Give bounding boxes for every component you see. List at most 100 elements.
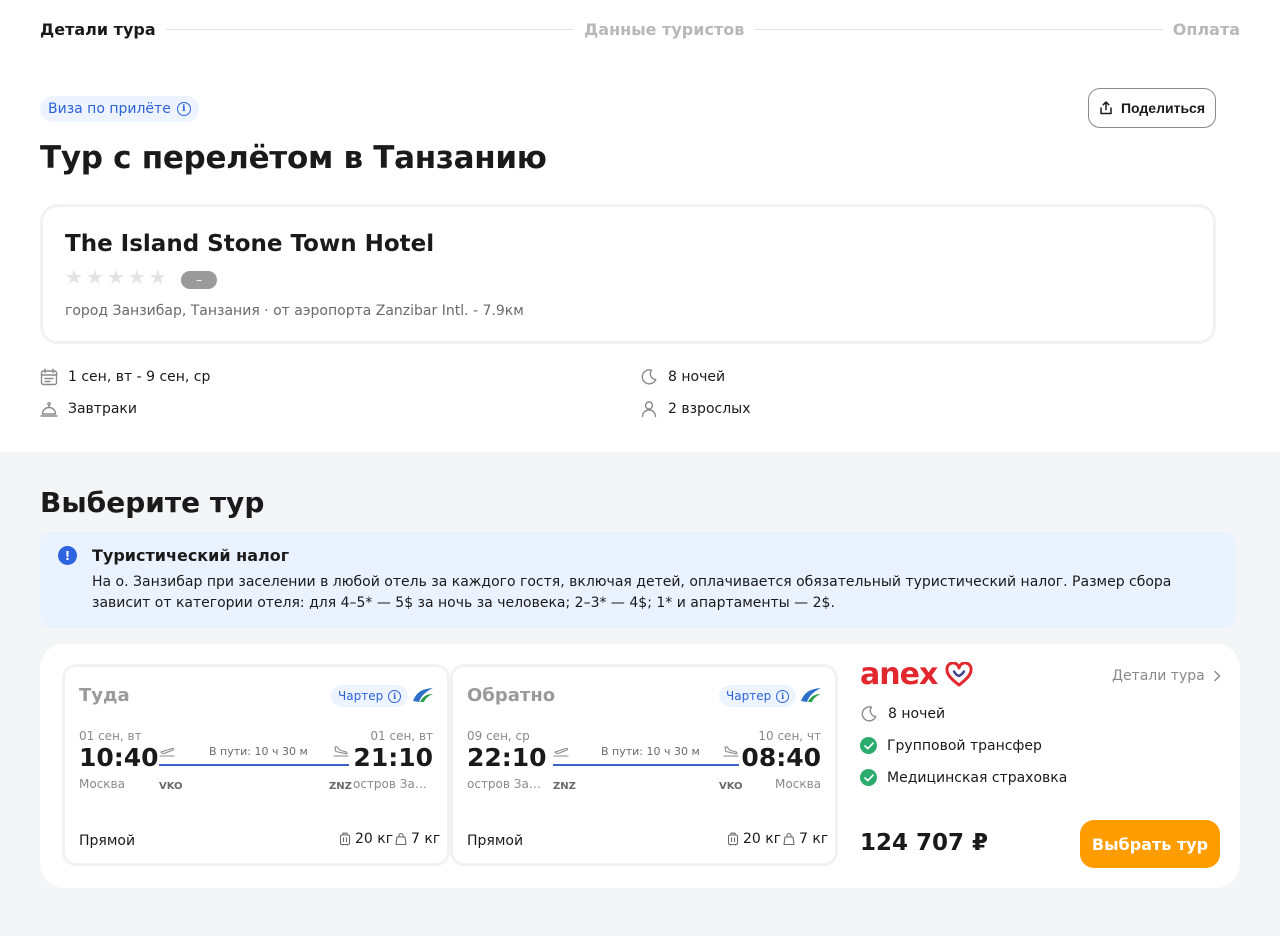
flight-route-line [553,764,739,766]
hand-luggage: 7 кг [783,831,828,847]
tour-offer-card: Туда Чартер i 01 сен, вт 01 сен, вт 10:4… [40,644,1240,888]
step-divider [165,28,575,30]
flight-duration: В пути: 10 ч 30 м [209,745,308,758]
alert-icon: ! [58,546,77,565]
charter-label: Чартер [338,689,384,703]
suitcase-icon [727,832,739,846]
offer-nights: 8 ночей [860,705,945,723]
tax-title: Туристический налог [92,546,290,565]
share-button[interactable]: Поделиться [1088,88,1216,128]
moon-icon [861,706,877,722]
arrival-date: 10 сен, чт [758,729,821,743]
step-tourist-data: Данные туристов [584,19,745,39]
baggage-weight: 20 кг [743,831,782,847]
chevron-right-icon [1213,670,1220,682]
departure-time: 22:10 [467,743,547,772]
step-divider [754,28,1163,30]
handbag-icon [783,832,795,846]
section-title: Выберите тур [40,486,265,519]
arrival-airport-code: ZNZ [329,781,352,792]
arrival-airport-code: VKO [719,781,743,792]
share-button-label: Поделиться [1120,100,1206,116]
offer-nights-text: 8 ночей [888,706,946,722]
info-icon: i [388,689,402,703]
star-icon: ★ [65,265,83,289]
arrival-time: 08:40 [741,743,821,772]
heart-icon [945,662,973,687]
check-circle-icon [860,769,877,786]
moon-icon [641,369,657,385]
airline-logo-icon [801,688,821,702]
arrival-city: Москва [775,777,821,791]
tour-operator-logo: anex [860,660,973,690]
star-icon: ★ [127,265,146,289]
departure-date: 09 сен, ср [467,729,530,743]
arrival-city: остров Занзибар [353,777,433,791]
visa-badge[interactable]: Виза по прилёте i [40,96,199,122]
star-icon: ★ [85,265,104,289]
star-icon: ★ [106,265,125,289]
rating-badge: – [181,271,217,289]
check-circle-icon [860,737,877,754]
flight-direction: Обратно [467,685,556,706]
page-title: Тур с перелётом в Танзанию [40,140,547,176]
calendar-icon [40,368,58,386]
tour-nights: 8 ночей [640,368,725,386]
departure-date: 01 сен, вт [79,729,142,743]
tour-details-label: Детали тура [1112,668,1205,684]
hotel-stars: ★ ★ ★ ★ ★ [65,267,167,287]
tour-dates: 1 сен, вт - 9 сен, ср [40,368,210,386]
progress-stepper: Детали тура Данные туристов Оплата [40,16,1240,42]
hand-luggage-weight: 7 кг [411,831,441,847]
offer-feature-label: Медицинская страховка [887,769,1068,786]
choose-tour-button[interactable]: Выбрать тур [1080,820,1220,868]
hand-luggage-weight: 7 кг [799,831,829,847]
flight-outbound[interactable]: Туда Чартер i 01 сен, вт 01 сен, вт 10:4… [62,664,450,866]
tour-guests: 2 взрослых [640,400,751,418]
arrival-time: 21:10 [353,743,433,772]
airline-logo-icon [413,688,433,702]
star-icon: ★ [148,265,167,289]
departure-city: остров Занзибар [467,777,541,791]
charter-badge[interactable]: Чартер i [331,685,409,707]
flight-route-line [159,764,349,766]
cloche-icon [40,401,58,417]
handbag-icon [395,832,407,846]
tax-text: На о. Занзибар при заселении в любой оте… [92,574,1172,611]
hotel-location: город Занзибар, Танзания · от аэропорта … [65,303,524,319]
flight-direction: Туда [79,685,130,706]
landing-icon [333,746,349,757]
info-icon: i [776,689,790,703]
hotel-card[interactable]: The Island Stone Town Hotel ★ ★ ★ ★ ★ – … [40,204,1216,344]
departure-time: 10:40 [79,743,159,772]
flight-type: Прямой [79,833,136,849]
baggage-allowance: 20 кг [339,831,393,847]
step-tour-details[interactable]: Детали тура [40,20,156,39]
hand-luggage: 7 кг [395,831,440,847]
flight-duration: В пути: 10 ч 30 м [601,745,700,758]
offer-feature-transfer: Групповой трансфер [860,737,1042,754]
hotel-name[interactable]: The Island Stone Town Hotel [65,231,434,257]
offer-feature-insurance: Медицинская страховка [860,769,1067,786]
flight-type: Прямой [467,833,524,849]
offer-feature-label: Групповой трансфер [887,737,1042,754]
takeoff-icon [159,747,175,757]
share-icon [1100,101,1112,115]
takeoff-icon [553,747,569,757]
step-payment: Оплата [1172,19,1241,39]
tourist-tax-notice: ! Туристический налог На о. Занзибар при… [40,532,1236,628]
tour-details-link[interactable]: Детали тура [1112,668,1221,684]
tour-price: 124 707 ₽ [860,830,989,856]
departure-city: Москва [79,777,125,791]
tour-guests-text: 2 взрослых [668,401,751,417]
tour-meals: Завтраки [40,400,137,418]
charter-badge[interactable]: Чартер i [719,685,797,707]
tour-dates-text: 1 сен, вт - 9 сен, ср [68,369,211,385]
flight-return[interactable]: Обратно Чартер i 09 сен, ср 10 сен, чт 2… [450,664,838,866]
departure-airport-code: ZNZ [553,781,576,792]
landing-icon [723,746,739,757]
baggage-weight: 20 кг [355,831,394,847]
info-icon: i [176,102,191,116]
charter-label: Чартер [726,689,772,703]
baggage-allowance: 20 кг [727,831,781,847]
